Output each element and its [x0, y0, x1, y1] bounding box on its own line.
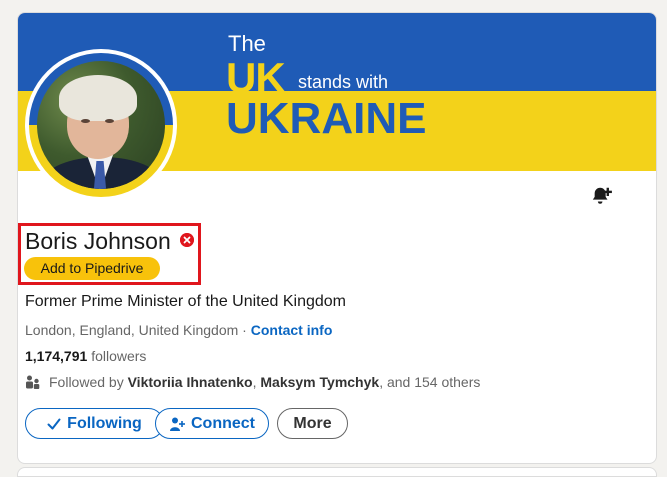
- profile-photo: [37, 61, 165, 189]
- x-circle-icon[interactable]: [180, 233, 194, 247]
- banner-line-uk: UK: [226, 54, 286, 101]
- banner-line-the: The: [228, 31, 266, 56]
- connect-button[interactable]: Connect: [155, 408, 269, 439]
- bell-plus-icon[interactable]: [591, 185, 613, 207]
- check-icon: [47, 418, 61, 429]
- profile-headline: Former Prime Minister of the United King…: [25, 293, 346, 310]
- add-person-icon: [170, 417, 185, 431]
- more-label: More: [293, 414, 332, 432]
- contact-info-link[interactable]: Contact info: [251, 322, 333, 338]
- banner-line-stands-with: stands with: [298, 72, 389, 92]
- followers-count: 1,174,791: [25, 348, 88, 364]
- profile-location: London, England, United Kingdom: [25, 322, 239, 338]
- photo-eye-left: [81, 119, 90, 123]
- connect-label: Connect: [191, 414, 255, 432]
- mutual-separator: ,: [252, 374, 257, 390]
- banner-line-ukraine: UKRAINE: [226, 94, 427, 143]
- next-card-edge: [17, 467, 657, 477]
- photo-eye-right: [105, 119, 114, 123]
- separator-dot: ·: [242, 322, 247, 338]
- location-row: London, England, United Kingdom · Contac…: [25, 322, 332, 338]
- following-button[interactable]: Following: [25, 408, 164, 439]
- following-label: Following: [67, 414, 142, 432]
- followers-row[interactable]: 1,174,791 followers: [25, 348, 146, 364]
- photo-hair: [59, 75, 137, 121]
- followed-by-suffix: , and 154 others: [379, 374, 481, 390]
- mutual-followers-row[interactable]: Followed by Viktoriia Ihnatenko, Maksym …: [25, 374, 480, 390]
- followers-label: followers: [91, 348, 147, 364]
- add-to-pipedrive-button[interactable]: Add to Pipedrive: [24, 257, 160, 280]
- mutual-follower-1[interactable]: Viktoriia Ihnatenko: [128, 374, 253, 390]
- mutual-follower-2[interactable]: Maksym Tymchyk: [260, 374, 379, 390]
- more-button[interactable]: More: [277, 408, 348, 439]
- avatar[interactable]: [25, 49, 177, 201]
- profile-name: Boris Johnson: [25, 228, 171, 254]
- followed-by-prefix: Followed by: [49, 374, 124, 390]
- avatar-frame: [29, 53, 173, 197]
- people-icon: [26, 375, 40, 389]
